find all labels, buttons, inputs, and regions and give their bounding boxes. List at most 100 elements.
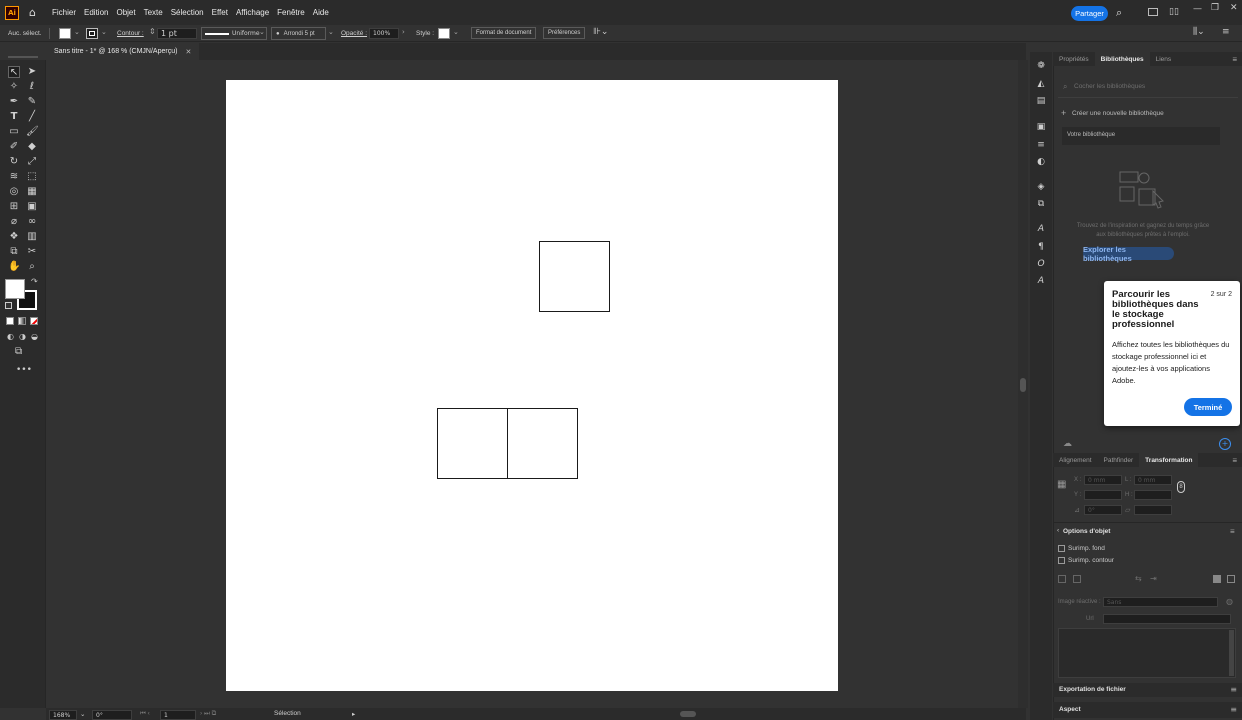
panel-menu-icon[interactable]: ≡ [1230, 705, 1237, 714]
type-tool-icon[interactable]: T [8, 111, 20, 123]
minimize-icon[interactable]: — [1193, 4, 1202, 14]
chevron-right-icon[interactable]: ▸ [352, 710, 355, 718]
paintbrush-tool-icon[interactable]: 🖌 [26, 126, 39, 138]
responsive-image-select[interactable]: Sans [1103, 597, 1218, 607]
gradient-mode-icon[interactable] [18, 317, 26, 325]
magic-wand-tool-icon[interactable]: ✧ [8, 81, 20, 93]
grid-icon[interactable] [1213, 575, 1221, 583]
reference-point-icon[interactable]: ▦ [1057, 479, 1066, 490]
chevron-down-icon[interactable]: ⌄ [80, 710, 85, 718]
stroke-label[interactable]: Contour : [117, 27, 144, 40]
paragraph-icon[interactable]: ¶ [1036, 242, 1046, 252]
share-button[interactable]: Partager [1071, 6, 1108, 21]
slice-type-icon[interactable] [1073, 575, 1081, 583]
vertical-scroll-thumb[interactable] [1020, 378, 1026, 392]
chevron-down-icon[interactable]: ⌄ [453, 28, 459, 36]
opacity-field[interactable]: 100% [369, 28, 399, 39]
wrap-icon[interactable]: ⇆ [1135, 574, 1142, 583]
brush-select[interactable]: ● Arrondi 5 pt [271, 27, 326, 40]
url-field[interactable] [1103, 614, 1231, 624]
color-mode-icon[interactable] [6, 317, 14, 325]
overprint-fill-checkbox[interactable] [1058, 545, 1065, 552]
rotation-field[interactable]: 0° [92, 710, 132, 720]
menu-fichier[interactable]: Fichier [48, 8, 80, 17]
square-shape[interactable] [507, 408, 578, 479]
opacity-label[interactable]: Opacité : [341, 27, 367, 40]
panel-menu-icon[interactable]: ≡ [1232, 55, 1237, 64]
perspective-grid-tool-icon[interactable]: ▦ [26, 186, 38, 198]
explore-libraries-button[interactable]: Explorer les bibliothèques [1083, 245, 1174, 263]
draw-inside-icon[interactable]: ◒ [31, 332, 38, 341]
wrap-icon[interactable]: ⇥ [1150, 574, 1157, 583]
menu-aide[interactable]: Aide [309, 8, 333, 17]
artboard-nav-last-icon[interactable]: › ⏭ ⧉ [200, 710, 216, 718]
globe-icon[interactable]: ◍ [1226, 597, 1233, 606]
square-shape[interactable] [539, 241, 610, 312]
toolbar-grip[interactable] [8, 56, 38, 58]
line-tool-icon[interactable]: ╱ [26, 111, 38, 123]
hand-tool-icon[interactable]: ✋ [8, 261, 20, 273]
align-icon[interactable]: ⊪⌄ [593, 27, 608, 37]
workspace-icon[interactable]: ▯▯ [1169, 7, 1179, 17]
menu-affichage[interactable]: Affichage [232, 8, 273, 17]
gradient-tool-icon[interactable]: ▣ [26, 201, 38, 213]
style-swatch[interactable] [438, 28, 450, 39]
chevron-down-icon[interactable]: ⌄ [101, 28, 107, 36]
slice-tool-icon[interactable]: ✂ [26, 246, 38, 258]
draw-mode-icon[interactable]: ◐ [7, 332, 14, 341]
arrange-documents-icon[interactable]: ⫼⌄ [1193, 27, 1205, 37]
gradient-panel-icon[interactable]: ▣ [1036, 122, 1046, 132]
slice-type-icon[interactable] [1058, 575, 1066, 583]
appearance-icon[interactable]: ◐ [1036, 157, 1046, 167]
menu-objet[interactable]: Objet [112, 8, 139, 17]
textarea-scrollbar[interactable] [1229, 630, 1234, 676]
eraser-tool-icon[interactable]: ◆ [26, 141, 38, 153]
swatches-icon[interactable]: ▤ [1036, 96, 1046, 106]
draw-behind-icon[interactable]: ◑ [19, 332, 26, 341]
artboard-tool-icon[interactable]: ⧉ [8, 246, 20, 258]
plus-icon[interactable]: + [1061, 108, 1066, 118]
tab-liens[interactable]: Liens [1150, 52, 1178, 66]
library-row[interactable]: Votre bibliothèque [1062, 127, 1220, 145]
lasso-tool-icon[interactable]: ℓ [26, 81, 38, 93]
overprint-stroke-checkbox[interactable] [1058, 557, 1065, 564]
direct-selection-tool-icon[interactable]: ➤ [26, 66, 38, 78]
options-arrow-icon[interactable]: ‹ [1057, 527, 1059, 534]
document-setup-button[interactable]: Format de document [471, 27, 537, 39]
create-library-link[interactable]: Créer une nouvelle bibliothèque [1072, 110, 1164, 117]
stroke-swatch[interactable] [86, 28, 98, 39]
opentype-icon[interactable]: O [1036, 259, 1046, 269]
artboard[interactable] [226, 80, 838, 691]
link-proportions-icon[interactable]: 8 [1177, 481, 1185, 493]
grid-icon[interactable] [1227, 575, 1235, 583]
artboards-icon[interactable]: ⧉ [1036, 199, 1046, 209]
stroke-weight-field[interactable]: 1 pt [157, 28, 197, 39]
menu-effet[interactable]: Effet [208, 8, 232, 17]
pen-tool-icon[interactable]: ✒ [8, 96, 20, 108]
curvature-tool-icon[interactable]: ✎ [26, 96, 38, 108]
character-icon[interactable]: A [1036, 224, 1046, 234]
fill-color-swatch[interactable] [5, 279, 25, 299]
search-icon[interactable]: ⌕ [1116, 6, 1122, 20]
menu-fenetre[interactable]: Fenêtre [273, 8, 309, 17]
graph-tool-icon[interactable]: ▥ [26, 231, 38, 243]
shape-builder-tool-icon[interactable]: ◎ [8, 186, 20, 198]
stepper-icon[interactable]: ⇕ [149, 27, 156, 36]
learn-icon[interactable]: ❁ [1036, 61, 1046, 71]
glyphs-icon[interactable]: A [1036, 276, 1046, 286]
maximize-icon[interactable]: ❐ [1211, 3, 1219, 13]
menu-icon[interactable]: ≡ [1222, 27, 1230, 37]
square-shape[interactable] [437, 408, 508, 479]
y-field[interactable] [1084, 490, 1122, 500]
cloud-icon[interactable]: ☁ [1063, 438, 1072, 449]
arrange-icon[interactable] [1148, 8, 1158, 16]
close-icon[interactable]: ✕ [185, 48, 191, 56]
alt-text-area[interactable] [1058, 628, 1236, 678]
swap-colors-icon[interactable]: ↷ [31, 277, 38, 286]
warp-tool-icon[interactable]: ≋ [8, 171, 20, 183]
panel-menu-icon[interactable]: ≡ [1230, 527, 1235, 536]
scale-tool-icon[interactable]: ⤢ [26, 156, 38, 168]
export-panel-header[interactable]: Exportation de fichier ≡ [1053, 683, 1242, 697]
color-icon[interactable]: ◭ [1036, 79, 1046, 89]
mesh-tool-icon[interactable]: ⊞ [8, 201, 20, 213]
